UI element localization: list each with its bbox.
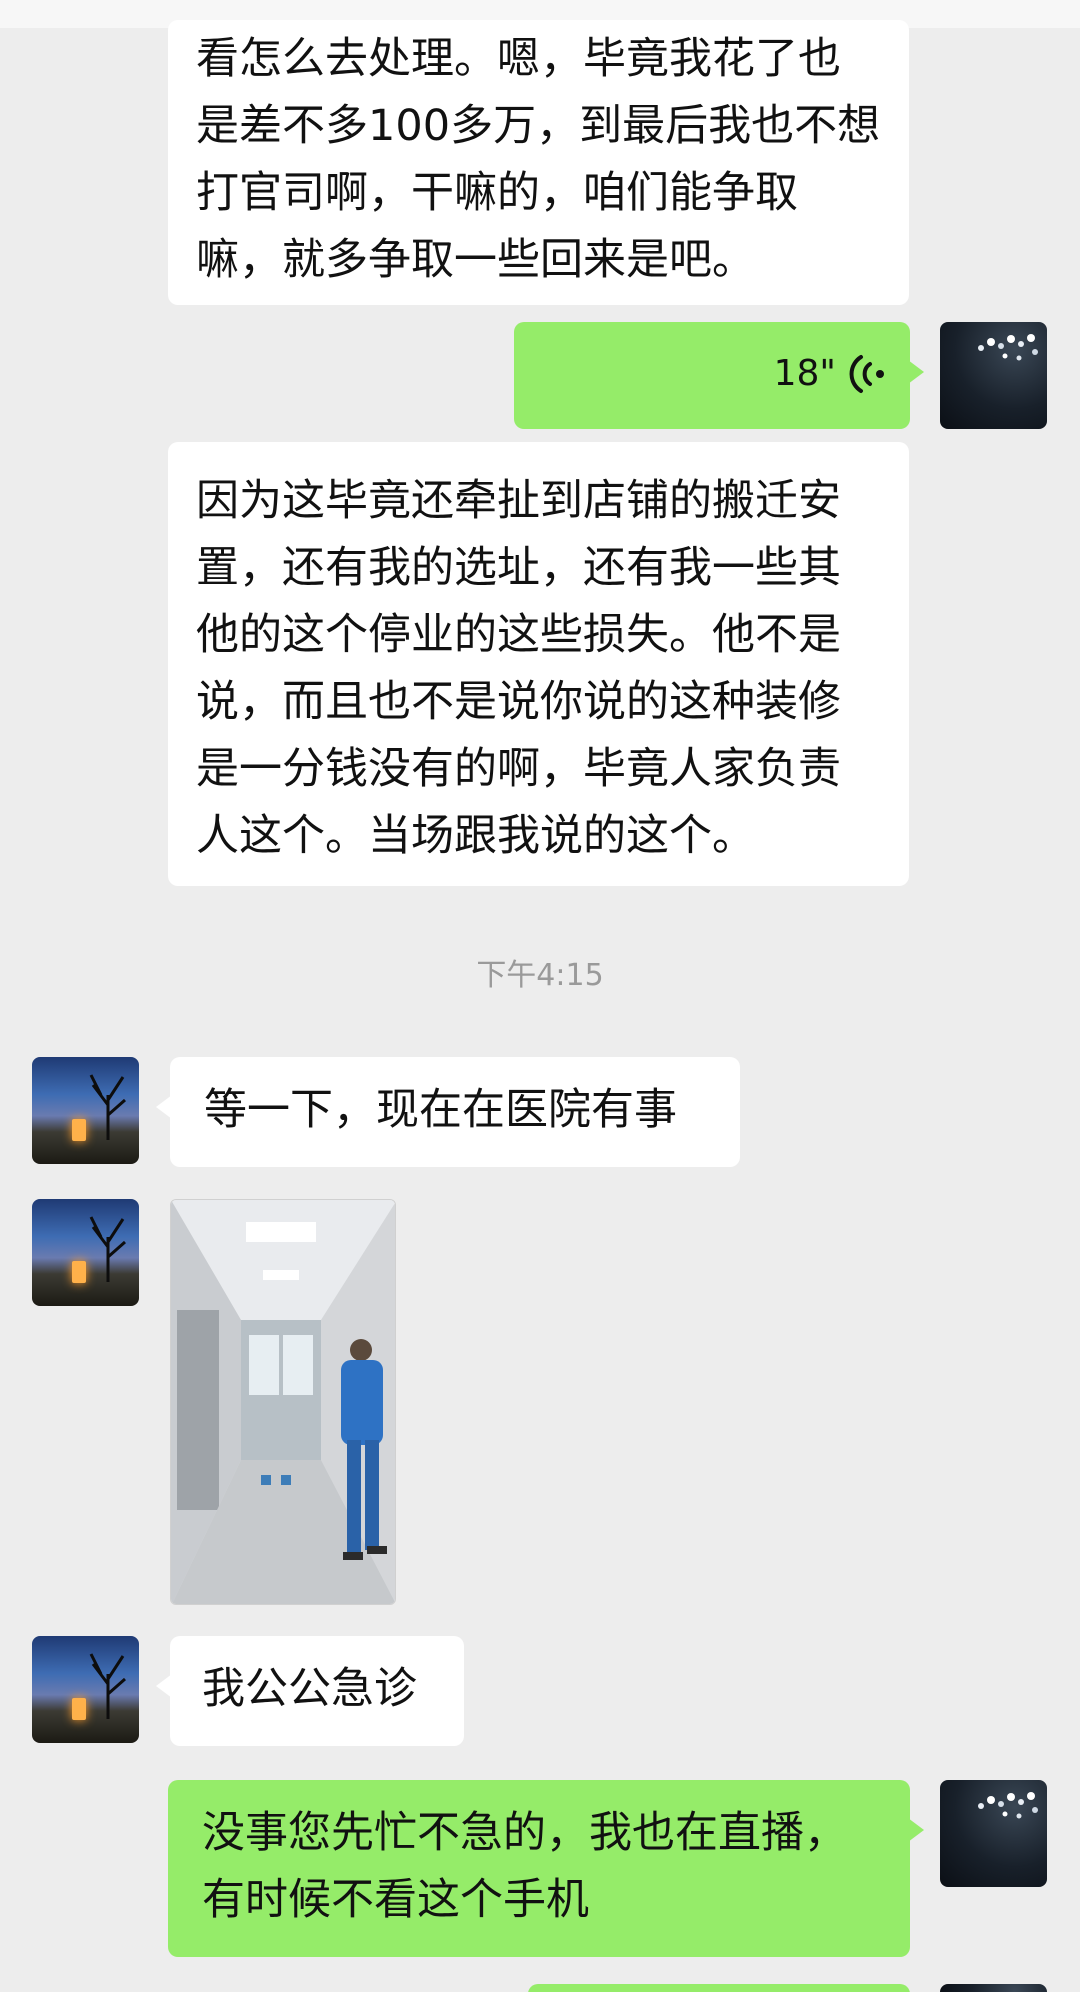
image-message[interactable]: [170, 1199, 396, 1605]
tree-silhouette-icon: [89, 1653, 126, 1719]
message-text: 我公公急诊: [202, 1664, 417, 1714]
tree-silhouette-icon: [89, 1216, 126, 1282]
voice-duration: 18": [773, 353, 836, 394]
lamp-glow: [72, 1698, 86, 1720]
message-text: 等一下，现在在医院有事: [204, 1085, 677, 1135]
crystal-sparkle-icon: [978, 1792, 1038, 1819]
lamp-glow: [72, 1119, 86, 1141]
voice-message-bubble[interactable]: 18": [514, 322, 924, 429]
tree-silhouette-icon: [89, 1074, 126, 1140]
contact-avatar[interactable]: [32, 1199, 139, 1306]
self-avatar[interactable]: [940, 1780, 1047, 1887]
lamp-glow: [72, 1261, 86, 1283]
message-bubble-incoming[interactable]: 因为这毕竟还牵扯到店铺的搬迁安置，还有我的选址，还有我一些其他的这个停业的这些损…: [168, 442, 909, 886]
contact-avatar[interactable]: [32, 1057, 139, 1164]
chat-screen: 看怎么去处理。嗯，毕竟我花了也是差不多100多万，到最后我也不想打官司啊，干嘛的…: [0, 0, 1080, 1992]
hospital-corridor-photo: [171, 1200, 395, 1604]
message-bubble-incoming[interactable]: 看怎么去处理。嗯，毕竟我花了也是差不多100多万，到最后我也不想打官司啊，干嘛的…: [168, 20, 909, 305]
voice-waves-icon: [849, 355, 884, 393]
message-text: 因为这毕竟还牵扯到店铺的搬迁安置，还有我的选址，还有我一些其他的这个停业的这些损…: [196, 476, 841, 861]
message-bubble-incoming[interactable]: 等一下，现在在医院有事: [156, 1057, 740, 1167]
message-bubble-outgoing[interactable]: 没事您先忙不急的，我也在直播，有时候不看这个手机: [168, 1780, 924, 1957]
chat-timestamp: 下午4:15: [476, 958, 604, 993]
crystal-sparkle-icon: [978, 334, 1038, 361]
message-text: 没事您先忙不急的，我也在直播，有时候不看这个手机: [202, 1808, 847, 1925]
message-text: 看怎么去处理。嗯，毕竟我花了也是差不多100多万，到最后我也不想打官司啊，干嘛的…: [196, 34, 881, 285]
contact-avatar[interactable]: [32, 1636, 139, 1743]
message-bubble-incoming[interactable]: 我公公急诊: [156, 1636, 464, 1746]
self-avatar[interactable]: [940, 322, 1047, 429]
self-avatar[interactable]: [940, 1984, 1047, 1992]
message-bubble-outgoing-partial[interactable]: [528, 1984, 910, 1992]
